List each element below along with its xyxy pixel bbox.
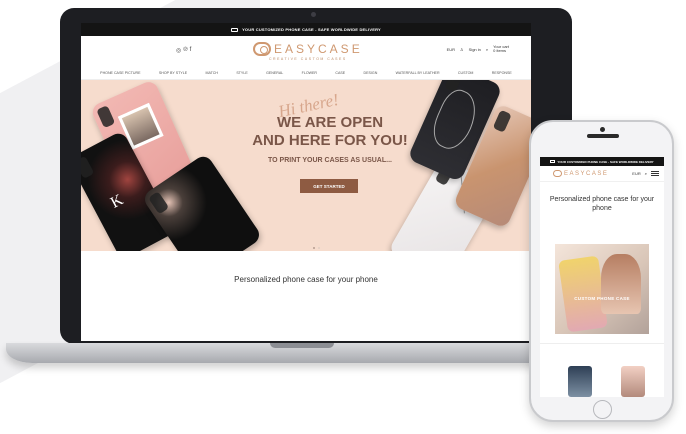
cart-link[interactable]: Your cart 0 items bbox=[493, 45, 509, 53]
phone-speaker bbox=[587, 134, 619, 138]
hero-heading: WE ARE OPEN AND HERE FOR YOU! bbox=[235, 114, 425, 150]
nav-item[interactable]: SHOP BY STYLE bbox=[159, 71, 187, 75]
social-links: ◎ ℗ f bbox=[176, 47, 191, 54]
hero-banner: K Hi there! WE ARE OPEN AND HERE FOR YOU… bbox=[81, 80, 531, 251]
mobile-section-title: Personalized phone case for your phone bbox=[549, 196, 655, 212]
logo-mark-icon bbox=[253, 42, 271, 56]
hero-heading-line2: AND HERE FOR YOU! bbox=[252, 132, 408, 149]
mobile-logo[interactable]: EASYCASE bbox=[553, 170, 608, 177]
nav-item[interactable]: PHONE CASE PICTURE bbox=[100, 71, 140, 75]
truck-icon bbox=[550, 160, 556, 163]
mobile-header: EASYCASE EUR ⌕ bbox=[540, 166, 664, 182]
mobile-photo-caption: CUSTOM PHONE CASE bbox=[574, 296, 630, 301]
home-button[interactable] bbox=[593, 400, 612, 419]
logo-mark-icon bbox=[553, 170, 562, 177]
nav-item[interactable]: FLOWER bbox=[302, 71, 317, 75]
nav-item[interactable]: GENERAL bbox=[266, 71, 283, 75]
divider bbox=[540, 343, 664, 344]
hamburger-menu-icon[interactable] bbox=[651, 171, 659, 176]
marketing-mockup: YOUR CUSTOMIZED PHONE CASE - SAFE WORLDW… bbox=[0, 0, 686, 434]
logo-text: EASYCASE bbox=[274, 42, 363, 56]
mobile-header-actions: EUR ⌕ bbox=[632, 171, 659, 176]
pinterest-icon[interactable]: ℗ bbox=[183, 47, 187, 54]
get-started-button[interactable]: GET STARTED bbox=[300, 179, 358, 193]
product-thumbnail[interactable] bbox=[568, 366, 592, 397]
shipping-banner-text: YOUR CUSTOMIZED PHONE CASE - SAFE WORLDW… bbox=[242, 27, 381, 32]
header-actions: EUR ♙ Sign in ⌕ Your cart 0 items bbox=[447, 45, 509, 53]
search-icon[interactable]: ⌕ bbox=[645, 171, 647, 176]
hero-subheading: TO PRINT YOUR CASES AS USUAL... bbox=[268, 157, 392, 164]
facebook-icon[interactable]: f bbox=[190, 47, 192, 54]
product-thumbnail[interactable] bbox=[621, 366, 645, 397]
carousel-dot-active[interactable] bbox=[313, 247, 315, 249]
section-title: Personalized phone case for your phone bbox=[234, 275, 378, 284]
carousel-dot[interactable] bbox=[318, 247, 320, 249]
smartphone: YOUR CUSTOMIZED PHONE CASE - SAFE WORLDW… bbox=[529, 120, 674, 422]
phone-screen: YOUR CUSTOMIZED PHONE CASE - SAFE WORLDW… bbox=[540, 157, 664, 397]
instagram-icon[interactable]: ◎ bbox=[176, 47, 181, 54]
hero-heading-line1: WE ARE OPEN bbox=[276, 114, 384, 131]
mobile-hero-photo[interactable]: CUSTOM PHONE CASE bbox=[555, 244, 649, 334]
laptop-camera bbox=[311, 12, 316, 17]
nav-item[interactable]: WATERFALL BY LEATHER bbox=[396, 71, 440, 75]
nav-item[interactable]: DESIGN bbox=[364, 71, 378, 75]
phone-camera bbox=[600, 127, 605, 132]
nav-item[interactable]: CUSTOM bbox=[458, 71, 474, 75]
mobile-logo-text: EASYCASE bbox=[564, 170, 609, 177]
laptop-notch bbox=[270, 343, 334, 348]
nav-item[interactable]: CASE bbox=[335, 71, 345, 75]
shipping-banner: YOUR CUSTOMIZED PHONE CASE - SAFE WORLDW… bbox=[81, 23, 531, 36]
mobile-shipping-text: YOUR CUSTOMIZED PHONE CASE - SAFE WORLDW… bbox=[557, 159, 654, 164]
nav-item[interactable]: STYLE bbox=[236, 71, 247, 75]
site-logo[interactable]: EASYCASE CREATIVE CUSTOM CASES bbox=[253, 42, 363, 61]
main-nav: PHONE CASE PICTURE SHOP BY STYLE MATCH S… bbox=[81, 66, 531, 80]
nav-item[interactable]: MATCH bbox=[205, 71, 218, 75]
user-icon[interactable]: ♙ bbox=[460, 47, 464, 52]
laptop-screen: YOUR CUSTOMIZED PHONE CASE - SAFE WORLDW… bbox=[81, 23, 531, 341]
truck-icon bbox=[231, 27, 239, 32]
signin-link[interactable]: Sign in bbox=[469, 47, 481, 52]
logo-tagline: CREATIVE CUSTOM CASES bbox=[269, 57, 347, 61]
site-header: ◎ ℗ f EASYCASE CREATIVE CUSTOM CASES EUR… bbox=[81, 36, 531, 66]
mobile-shipping-banner: YOUR CUSTOMIZED PHONE CASE - SAFE WORLDW… bbox=[540, 157, 664, 166]
currency-selector[interactable]: EUR bbox=[447, 47, 455, 52]
carousel-dots bbox=[313, 247, 323, 249]
cart-icon[interactable]: ⌕ bbox=[486, 47, 488, 52]
mobile-currency[interactable]: EUR bbox=[632, 171, 640, 176]
nav-item[interactable]: RESPONSE bbox=[492, 71, 512, 75]
